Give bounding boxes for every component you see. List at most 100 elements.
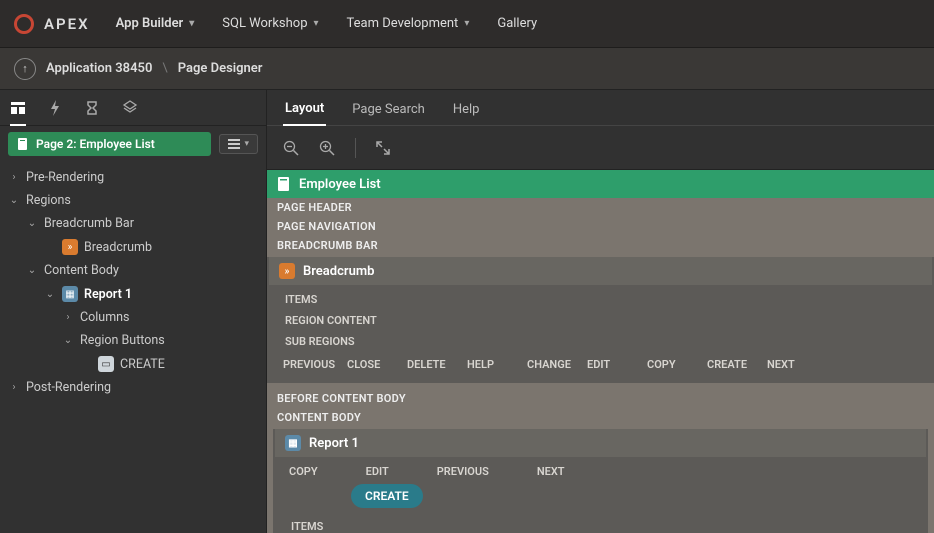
processing-tab-icon[interactable] (84, 100, 100, 116)
layout-page-title-label: Employee List (299, 177, 381, 192)
tree-label: Post-Rendering (26, 380, 111, 395)
rendering-tab-icon[interactable] (10, 100, 26, 126)
chevron-down-icon: ▾ (464, 18, 469, 29)
left-panel: Page 2: Employee List ▾ › Pre-Rendering … (0, 90, 267, 533)
chevron-down-icon: ⌄ (62, 335, 74, 346)
button-positions-row: COPY EDIT PREVIOUS NEXT (273, 461, 928, 484)
slot-items[interactable]: ITEMS (273, 516, 928, 533)
slot-page-navigation[interactable]: PAGE NAVIGATION (267, 217, 934, 236)
chevron-down-icon: ⌄ (44, 289, 56, 300)
expand-button[interactable] (376, 141, 390, 155)
brand-label: APEX (44, 15, 90, 33)
slot-previous[interactable]: PREVIOUS (283, 356, 347, 373)
report-region-icon: ▦ (285, 435, 301, 451)
zoom-out-button[interactable] (283, 140, 299, 156)
page-pill-label: Page 2: Employee List (36, 137, 155, 151)
breadcrumb-region-icon: » (279, 263, 295, 279)
region-header-label: Report 1 (309, 436, 359, 451)
tree-node-report1[interactable]: ⌄ ▦ Report 1 (0, 282, 266, 306)
slot-edit[interactable]: EDIT (587, 356, 647, 373)
tree-node-create-button[interactable]: ▭ CREATE (0, 352, 266, 376)
tree-label: Breadcrumb (84, 240, 152, 255)
region-slots: ITEMS REGION CONTENT SUB REGIONS PREVIOU… (267, 287, 934, 383)
chevron-down-icon: ⌄ (26, 218, 38, 229)
slot-region-content[interactable]: REGION CONTENT (267, 310, 934, 331)
tab-help[interactable]: Help (451, 94, 482, 125)
slot-create[interactable]: CREATE (707, 356, 767, 373)
slot-next[interactable]: NEXT (537, 465, 565, 478)
tree-menu-button[interactable]: ▾ (219, 134, 258, 154)
slot-copy[interactable]: COPY (289, 465, 318, 478)
slot-before-content-body[interactable]: BEFORE CONTENT BODY (267, 389, 934, 408)
chevron-down-icon: ▾ (189, 18, 194, 29)
tab-layout[interactable]: Layout (283, 93, 326, 126)
button-icon: ▭ (98, 356, 114, 372)
slot-help[interactable]: HELP (467, 356, 527, 373)
zoom-in-button[interactable] (319, 140, 335, 156)
slot-previous[interactable]: PREVIOUS (437, 465, 489, 478)
main-split: Page 2: Employee List ▾ › Pre-Rendering … (0, 90, 934, 533)
top-nav: APEX App Builder ▾ SQL Workshop ▾ Team D… (0, 0, 934, 48)
breadcrumb-page[interactable]: Page Designer (178, 61, 263, 76)
tree-node-content-body[interactable]: ⌄ Content Body (0, 259, 266, 282)
nav-app-builder[interactable]: App Builder ▾ (116, 16, 195, 31)
divider (355, 138, 356, 158)
tree-label: Columns (80, 310, 130, 325)
slot-sub-regions[interactable]: SUB REGIONS (267, 331, 934, 352)
page-pill[interactable]: Page 2: Employee List (8, 132, 211, 156)
region-header-report1[interactable]: ▦ Report 1 (275, 429, 926, 457)
chevron-right-icon: › (8, 382, 20, 393)
nav-label: Gallery (497, 16, 537, 31)
tree-node-regions[interactable]: ⌄ Regions (0, 189, 266, 212)
slot-change[interactable]: CHANGE (527, 356, 587, 373)
layout-region-breadcrumb: » Breadcrumb ITEMS REGION CONTENT SUB RE… (267, 257, 934, 383)
tree-node-pre-rendering[interactable]: › Pre-Rendering (0, 166, 266, 189)
tree-node-breadcrumb[interactable]: » Breadcrumb (0, 235, 266, 259)
layout-toolbar (267, 126, 934, 170)
nav-sql-workshop[interactable]: SQL Workshop ▾ (222, 16, 318, 31)
tree-node-breadcrumb-bar[interactable]: ⌄ Breadcrumb Bar (0, 212, 266, 235)
page-icon (16, 137, 30, 151)
layout-canvas[interactable]: Employee List PAGE HEADER PAGE NAVIGATIO… (267, 170, 934, 533)
chevron-right-icon: › (62, 312, 74, 323)
button-positions-row: PREVIOUS CLOSE DELETE HELP CHANGE EDIT C… (267, 352, 934, 377)
tab-page-search[interactable]: Page Search (350, 94, 427, 125)
tree-label: Regions (26, 193, 71, 208)
shared-components-tab-icon[interactable] (122, 100, 138, 116)
chevron-down-icon: ⌄ (8, 195, 20, 206)
layout-page-title[interactable]: Employee List (267, 170, 934, 198)
tree-node-post-rendering[interactable]: › Post-Rendering (0, 376, 266, 399)
page-icon (277, 176, 291, 192)
page-title-row: Page 2: Employee List ▾ (0, 126, 266, 162)
slot-breadcrumb-bar[interactable]: BREADCRUMB BAR (267, 236, 934, 255)
tree-node-columns[interactable]: › Columns (0, 306, 266, 329)
center-tabs: Layout Page Search Help (267, 90, 934, 126)
nav-team-development[interactable]: Team Development ▾ (347, 16, 470, 31)
slot-close[interactable]: CLOSE (347, 356, 407, 373)
slot-edit[interactable]: EDIT (366, 465, 389, 478)
slot-copy[interactable]: COPY (647, 356, 707, 373)
dynamic-actions-tab-icon[interactable] (48, 100, 62, 116)
slot-page-header[interactable]: PAGE HEADER (267, 198, 934, 217)
component-tree: › Pre-Rendering ⌄ Regions ⌄ Breadcrumb B… (0, 162, 266, 403)
tree-label: CREATE (120, 357, 165, 372)
left-toolbar (0, 90, 266, 126)
breadcrumb-app[interactable]: Application 38450 (46, 61, 152, 76)
slot-next[interactable]: NEXT (767, 356, 827, 373)
slot-items[interactable]: ITEMS (267, 289, 934, 310)
region-header-breadcrumb[interactable]: » Breadcrumb (269, 257, 932, 285)
arrow-up-icon: ↑ (22, 62, 28, 75)
tree-node-region-buttons[interactable]: ⌄ Region Buttons (0, 329, 266, 352)
tree-label: Breadcrumb Bar (44, 216, 134, 231)
slot-delete[interactable]: DELETE (407, 356, 467, 373)
tree-label: Region Buttons (80, 333, 165, 348)
nav-up-button[interactable]: ↑ (14, 58, 36, 80)
layout-region-report1: ▦ Report 1 COPY EDIT PREVIOUS NEXT CREAT… (273, 429, 928, 533)
nav-gallery[interactable]: Gallery (497, 16, 537, 31)
tree-label: Pre-Rendering (26, 170, 104, 185)
tree-label: Report 1 (84, 287, 132, 302)
slot-content-body[interactable]: CONTENT BODY (267, 408, 934, 427)
breadcrumb-separator: \ (162, 61, 167, 76)
chevron-right-icon: › (8, 172, 20, 183)
create-button[interactable]: CREATE (351, 484, 423, 508)
